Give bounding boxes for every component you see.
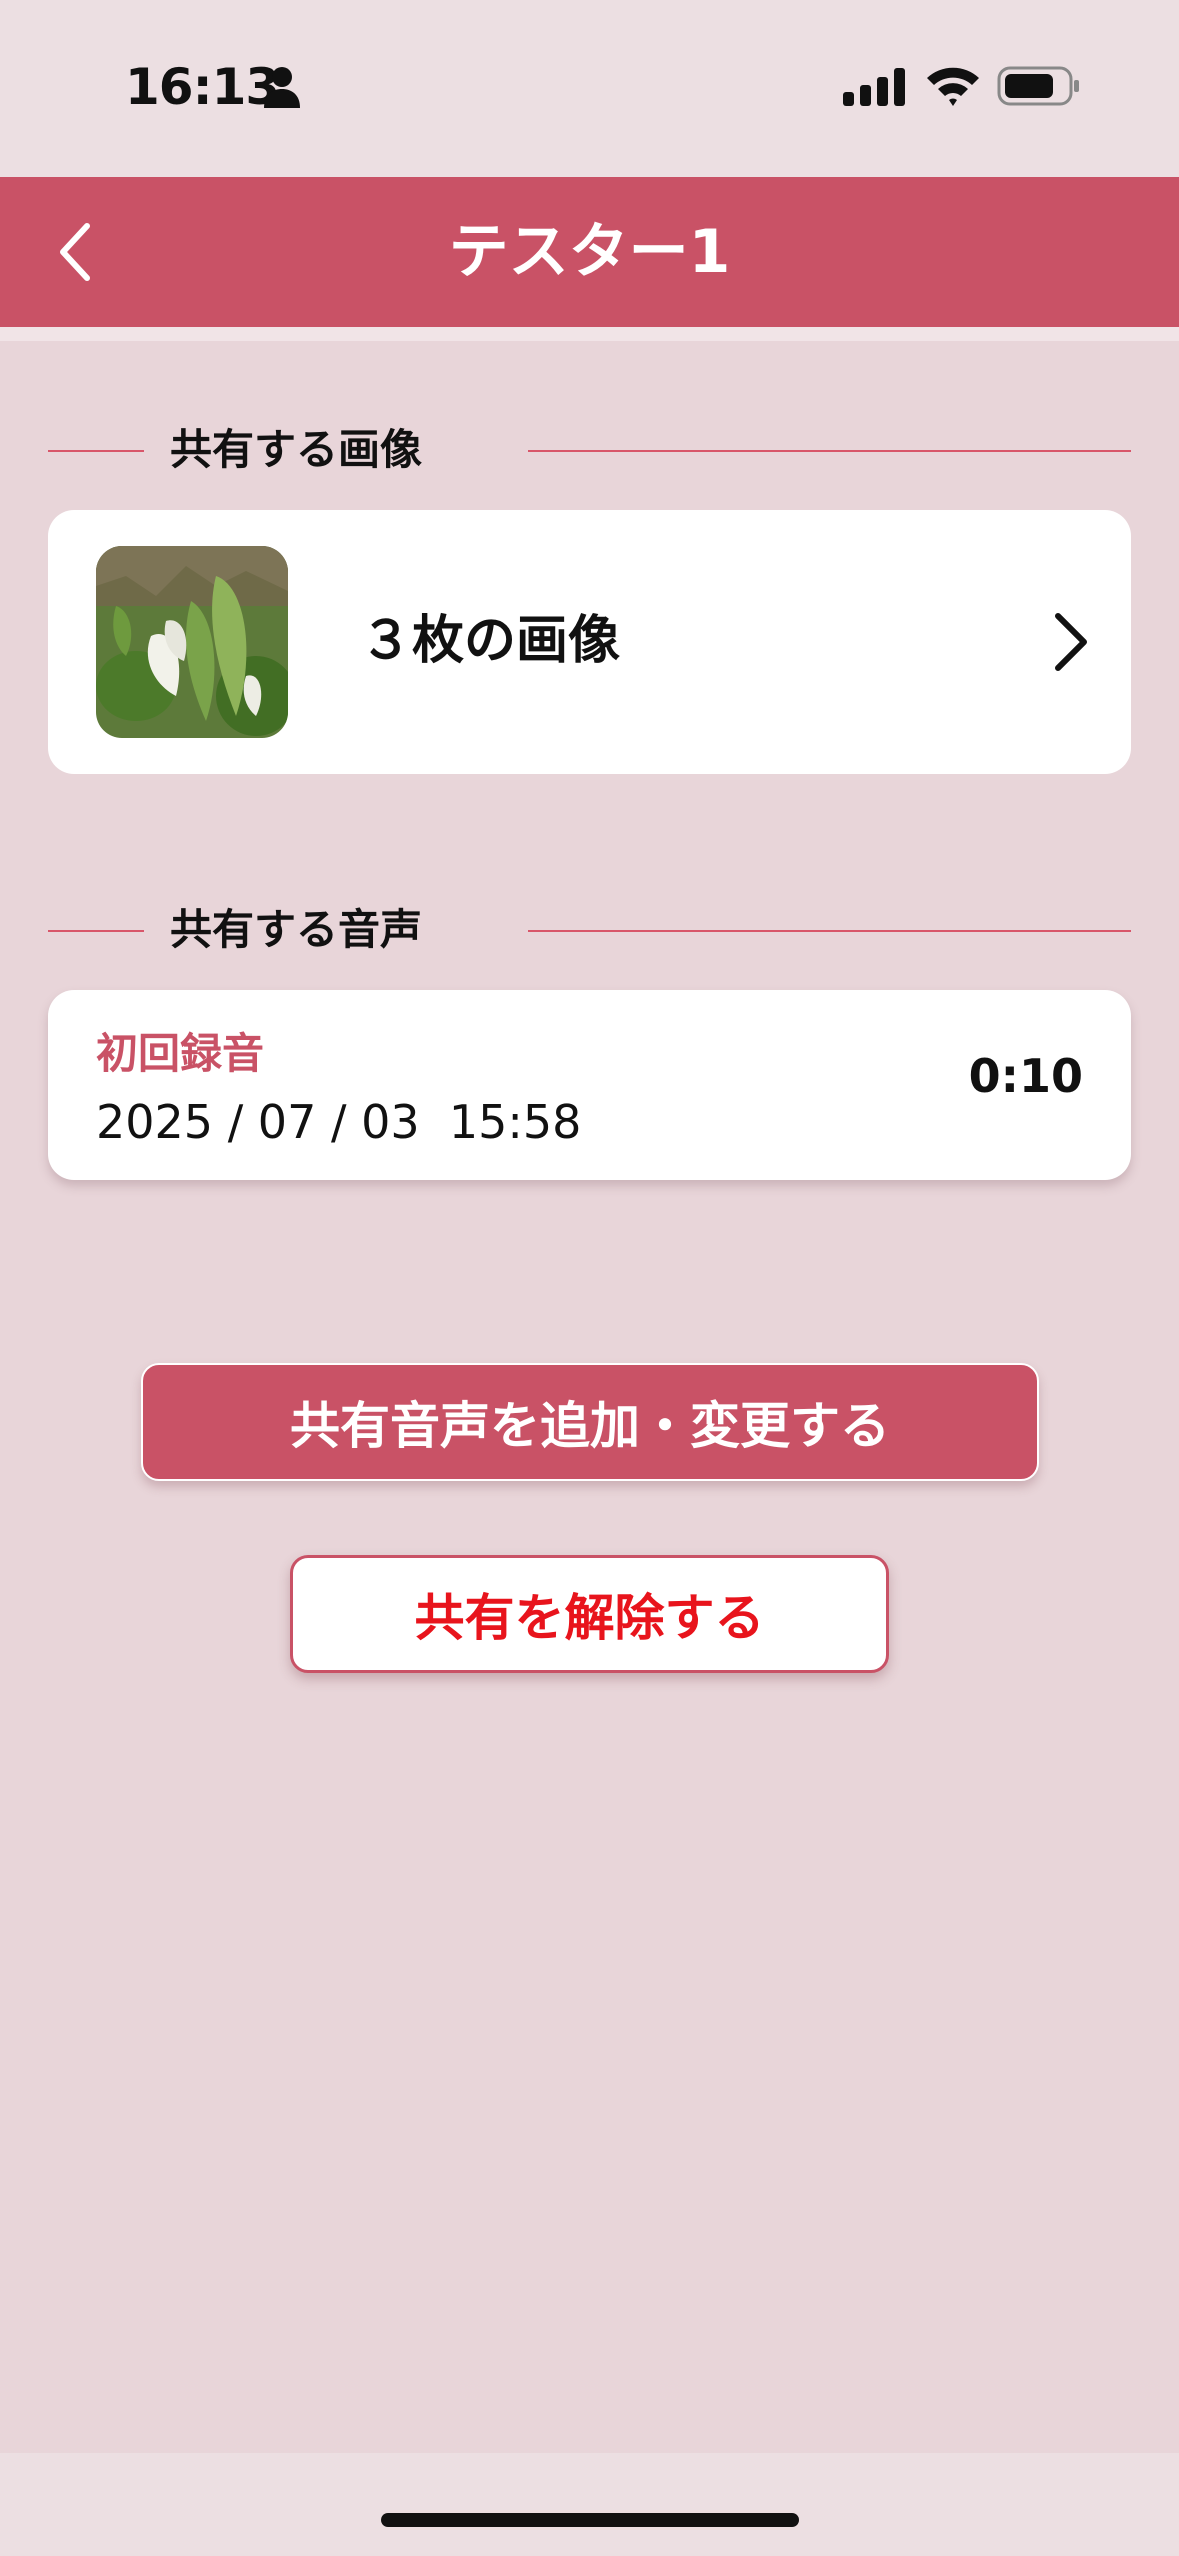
- nav-divider: [0, 327, 1179, 341]
- audio-section-header: 共有する音声: [48, 900, 1131, 960]
- audio-section-title: 共有する音声: [170, 905, 423, 954]
- recording-name: 初回録音: [96, 1029, 265, 1078]
- add-change-audio-button[interactable]: 共有音声を追加・変更する: [141, 1363, 1039, 1481]
- battery-icon: [997, 66, 1079, 106]
- recording-date: 2025 / 07 / 03 15:58: [96, 1095, 582, 1149]
- page-title: テスター1: [448, 217, 731, 287]
- unshare-button[interactable]: 共有を解除する: [290, 1555, 889, 1673]
- images-section-title: 共有する画像: [170, 425, 423, 474]
- wifi-icon: [927, 67, 979, 106]
- signal-icon: [843, 68, 905, 106]
- person-icon: [264, 67, 300, 108]
- home-indicator-area: [0, 2453, 1179, 2556]
- image-thumbnail: [96, 546, 288, 738]
- chevron-right-icon: [1055, 613, 1087, 671]
- recording-duration: 0:10: [968, 1049, 1083, 1103]
- shared-images-card[interactable]: ３枚の画像: [48, 510, 1131, 774]
- section-divider-left: [48, 930, 144, 932]
- image-count-label: ３枚の画像: [360, 611, 621, 671]
- shared-audio-card[interactable]: 初回録音 2025 / 07 / 03 15:58 0:10: [48, 990, 1131, 1180]
- status-bar: 16:13: [0, 0, 1179, 177]
- status-time: 16:13: [125, 58, 280, 116]
- section-divider-right: [528, 450, 1131, 452]
- images-section-header: 共有する画像: [48, 420, 1131, 480]
- section-divider-right: [528, 930, 1131, 932]
- section-divider-left: [48, 450, 144, 452]
- home-indicator[interactable]: [381, 2513, 799, 2527]
